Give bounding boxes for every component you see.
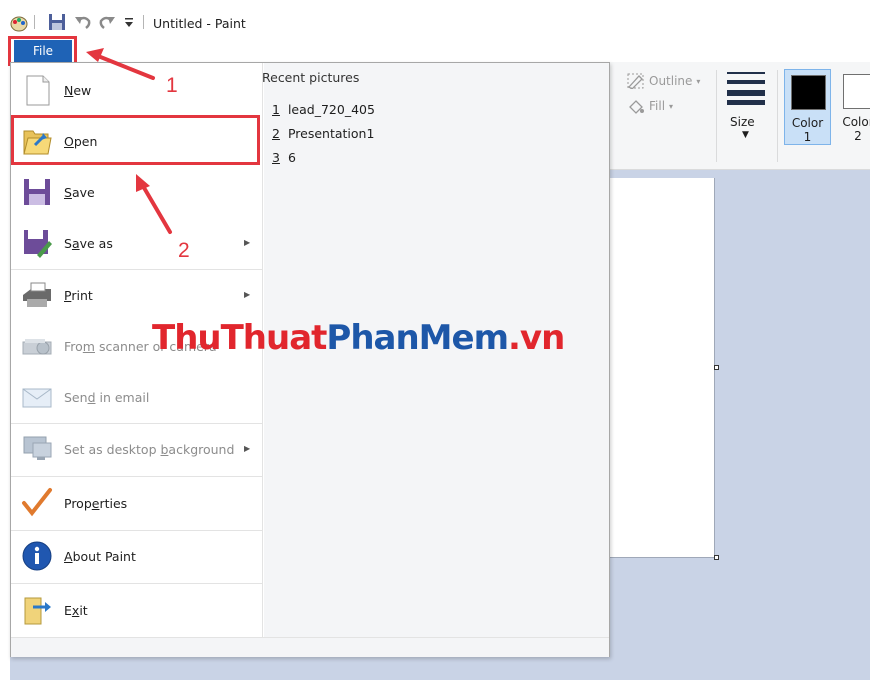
printer-icon — [23, 282, 51, 307]
undo-icon[interactable] — [74, 13, 92, 31]
resize-handle-right[interactable] — [714, 365, 719, 370]
customize-quick-access-icon[interactable] — [123, 17, 135, 29]
chevron-down-icon: ▾ — [669, 101, 674, 111]
menu-item-about[interactable]: About Paint — [11, 531, 263, 582]
submenu-arrow-icon: ▶ — [244, 238, 251, 247]
redo-icon[interactable] — [98, 13, 116, 31]
email-icon — [22, 388, 52, 408]
color2-swatch — [843, 74, 870, 109]
color1-button[interactable]: Color 1 — [784, 69, 831, 145]
menu-item-exit[interactable]: Exit — [11, 585, 263, 636]
menu-item-label: Save — [64, 185, 95, 200]
window-title: Untitled - Paint — [153, 16, 246, 31]
menu-item-label: Save as — [64, 236, 113, 251]
watermark-logo: ThuThuatPhanMem.vn — [152, 318, 565, 358]
recent-pictures-title: Recent pictures — [262, 70, 360, 85]
menu-item-print[interactable]: Print ▶ — [11, 270, 263, 321]
drawing-canvas[interactable] — [600, 178, 715, 558]
submenu-arrow-icon: ▶ — [244, 444, 251, 453]
open-item-highlight — [11, 115, 260, 165]
menu-item-new[interactable]: New — [11, 65, 263, 116]
submenu-arrow-icon: ▶ — [244, 290, 251, 299]
size-label: Size — [730, 115, 755, 129]
menu-item-save-as[interactable]: Save as ▶ — [11, 218, 263, 269]
line-size-icon — [727, 72, 765, 105]
menu-divider — [11, 476, 263, 477]
fill-label: Fill — [649, 99, 666, 113]
menu-item-send-email: Send in email — [11, 372, 263, 423]
fill-bucket-icon — [629, 100, 644, 114]
title-bar: Untitled - Paint — [0, 0, 870, 38]
info-icon — [22, 541, 52, 571]
separator — [34, 15, 35, 29]
outline-label: Outline — [649, 74, 693, 88]
resize-handle-corner[interactable] — [714, 555, 719, 560]
scanner-icon — [22, 339, 52, 355]
ribbon-divider — [777, 70, 778, 162]
chevron-down-icon: ▾ — [696, 76, 701, 86]
paint-app-icon[interactable] — [10, 14, 28, 32]
size-button[interactable] — [725, 70, 767, 109]
menu-item-desktop-background: Set as desktop background ▶ — [11, 424, 263, 475]
menu-item-save[interactable]: Save — [11, 167, 263, 218]
outline-button[interactable]: Outline ▾ — [627, 73, 700, 89]
exit-icon — [24, 597, 51, 625]
color2-button[interactable]: Color2 — [838, 69, 870, 145]
menu-item-label: New — [64, 83, 92, 98]
menu-item-label: About Paint — [64, 549, 136, 564]
color2-label: Color2 — [842, 115, 870, 143]
save-as-icon — [24, 230, 52, 258]
recent-item[interactable]: 36 — [272, 150, 296, 165]
menu-item-label: Print — [64, 288, 93, 303]
color1-swatch — [791, 75, 826, 110]
desktop-icon — [23, 436, 52, 460]
menu-item-label: Send in email — [64, 390, 150, 405]
menu-item-label: Properties — [64, 496, 128, 511]
save-disk-icon — [24, 179, 50, 205]
annotation-step-1: 1 — [166, 74, 178, 97]
separator — [143, 15, 144, 29]
menu-footer — [11, 637, 609, 657]
outline-brush-icon — [627, 73, 644, 89]
ribbon-divider — [716, 70, 717, 162]
menu-divider — [11, 583, 263, 584]
recent-item[interactable]: 2 Presentation1 — [272, 126, 374, 141]
chevron-down-icon: ▼ — [742, 130, 749, 140]
new-document-icon — [26, 75, 50, 106]
annotation-step-2: 2 — [178, 239, 190, 262]
fill-button[interactable]: Fill ▾ — [627, 98, 673, 114]
color1-label: Color 1 — [791, 116, 824, 144]
recent-item[interactable]: 1 lead_720_405 — [272, 102, 375, 117]
menu-item-label: Set as desktop background — [64, 442, 235, 457]
menu-item-properties[interactable]: Properties — [11, 478, 263, 529]
save-quick-icon[interactable] — [48, 13, 66, 31]
checkmark-icon — [22, 488, 52, 517]
menu-item-label: Exit — [64, 603, 88, 618]
